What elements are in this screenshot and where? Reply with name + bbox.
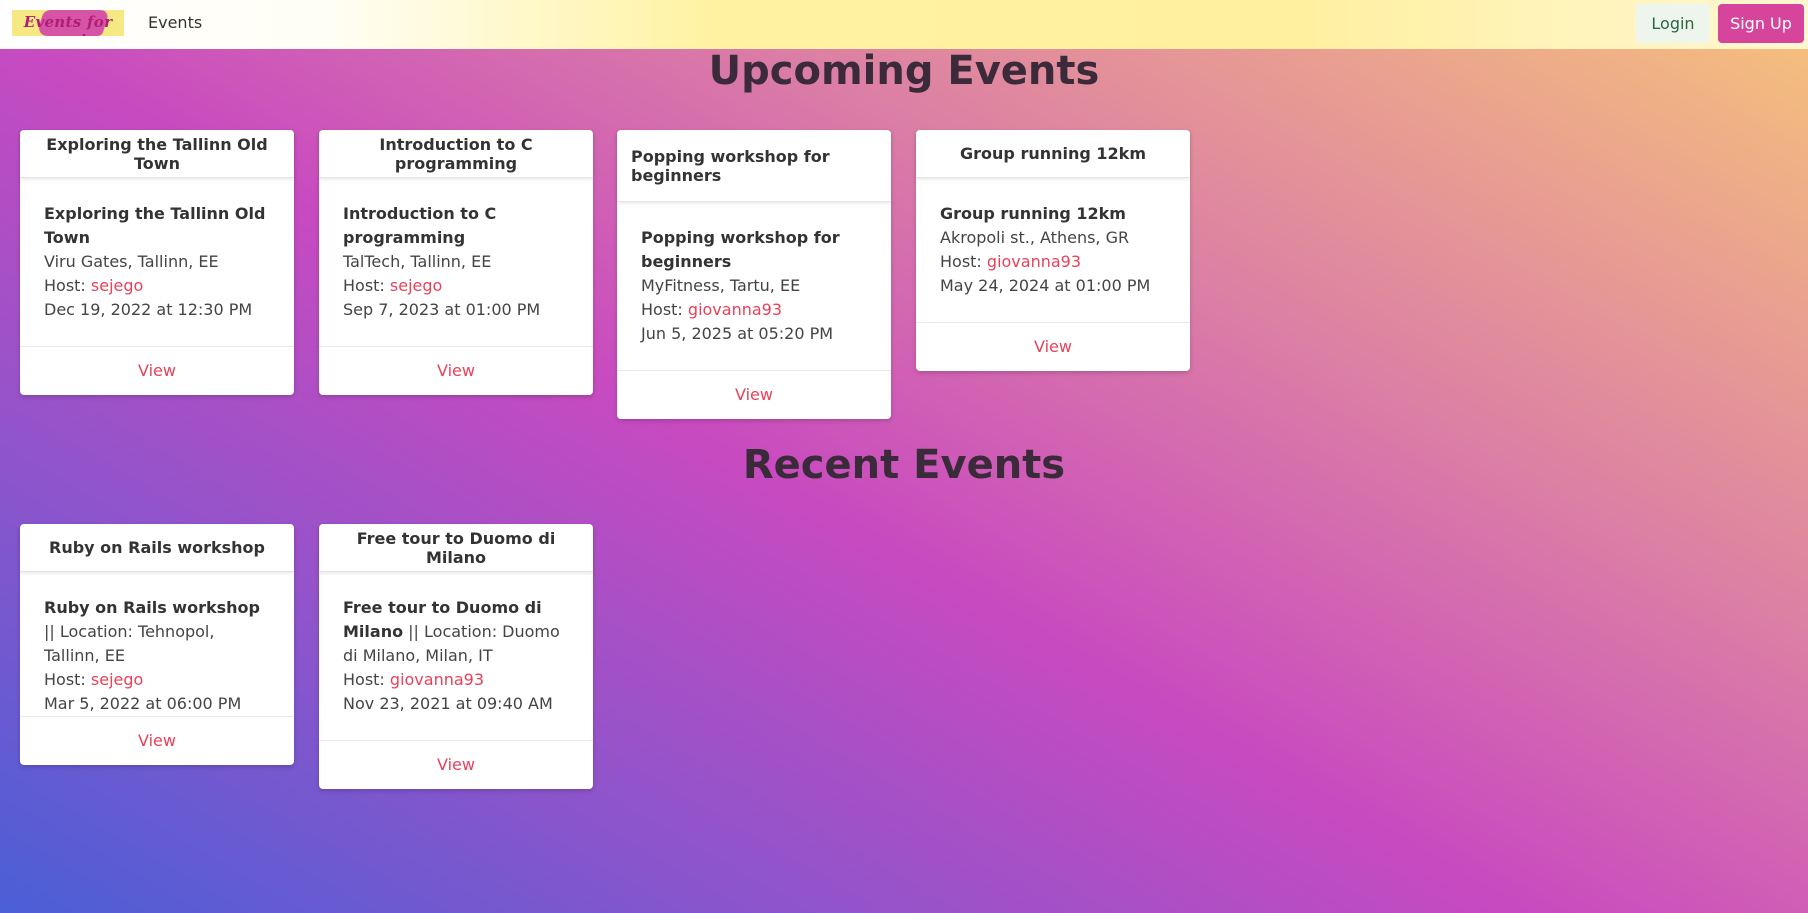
event-card-body: Group running 12km Akropoli st., Athens,…	[916, 178, 1190, 322]
event-card-header: Ruby on Rails workshop	[20, 524, 294, 572]
view-event-button[interactable]: View	[617, 370, 891, 418]
event-location: MyFitness, Tartu, EE	[641, 276, 801, 295]
view-event-button[interactable]: View	[319, 346, 593, 394]
event-title: Popping workshop for beginners	[641, 228, 840, 271]
event-location: Akropoli st., Athens, GR	[940, 228, 1130, 247]
host-link[interactable]: sejego	[91, 670, 143, 689]
event-card: Ruby on Rails workshop Ruby on Rails wor…	[20, 524, 294, 765]
host-link[interactable]: giovanna93	[688, 300, 782, 319]
event-datetime: Dec 19, 2022 at 12:30 PM	[44, 300, 253, 319]
nav-link-events[interactable]: Events	[148, 13, 202, 32]
login-button[interactable]: Login	[1636, 4, 1710, 43]
event-location: Viru Gates, Tallinn, EE	[44, 252, 219, 271]
host-label: Host:	[940, 252, 987, 271]
event-datetime: Mar 5, 2022 at 06:00 PM	[44, 694, 242, 713]
event-card: Free tour to Duomo di Milano Free tour t…	[319, 524, 593, 789]
event-card: Exploring the Tallinn Old Town Exploring…	[20, 130, 294, 395]
host-label: Host:	[44, 276, 91, 295]
host-label: Host:	[343, 670, 390, 689]
event-card-body: Free tour to Duomo di Milano || Location…	[319, 572, 593, 740]
event-host: Host: sejego	[44, 274, 270, 298]
host-link[interactable]: sejego	[91, 276, 143, 295]
event-card-body: Introduction to C programming TalTech, T…	[319, 178, 593, 346]
event-datetime: Jun 5, 2025 at 05:20 PM	[641, 324, 834, 343]
host-link[interactable]: sejego	[390, 276, 442, 295]
event-card-body: Exploring the Tallinn Old Town Viru Gate…	[20, 178, 294, 346]
event-card-body: Popping workshop for beginners MyFitness…	[617, 202, 891, 370]
event-location: || Location: Tehnopol, Tallinn, EE	[44, 622, 215, 665]
event-card-header: Group running 12km	[916, 130, 1190, 178]
event-host: Host: giovanna93	[343, 668, 569, 692]
event-host: Host: sejego	[343, 274, 569, 298]
event-title: Group running 12km	[940, 204, 1126, 223]
event-title-location: Ruby on Rails workshop || Location: Tehn…	[44, 596, 270, 668]
event-card-header: Introduction to C programming	[319, 130, 593, 178]
site-logo[interactable]: Events for you!	[12, 10, 124, 36]
host-label: Host:	[44, 670, 91, 689]
signup-button[interactable]: Sign Up	[1718, 4, 1804, 43]
event-title: Ruby on Rails workshop	[44, 598, 260, 617]
host-link[interactable]: giovanna93	[987, 252, 1081, 271]
view-event-button[interactable]: View	[20, 346, 294, 394]
event-card: Group running 12km Group running 12km Ak…	[916, 130, 1190, 371]
event-datetime: May 24, 2024 at 01:00 PM	[940, 276, 1151, 295]
event-datetime: Nov 23, 2021 at 09:40 AM	[343, 694, 553, 713]
view-event-button[interactable]: View	[916, 322, 1190, 370]
event-host: Host: giovanna93	[940, 250, 1166, 274]
event-host: Host: giovanna93	[641, 298, 867, 322]
event-host: Host: sejego	[44, 668, 270, 692]
event-card-header: Popping workshop for beginners	[617, 130, 891, 202]
view-event-button[interactable]: View	[319, 740, 593, 788]
host-label: Host:	[343, 276, 390, 295]
event-card-header: Exploring the Tallinn Old Town	[20, 130, 294, 178]
event-title: Introduction to C programming	[343, 204, 497, 247]
view-event-button[interactable]: View	[20, 716, 294, 764]
event-card: Popping workshop for beginners Popping w…	[617, 130, 891, 419]
event-title-location: Free tour to Duomo di Milano || Location…	[343, 596, 569, 668]
event-card-header: Free tour to Duomo di Milano	[319, 524, 593, 572]
recent-events-heading: Recent Events	[742, 442, 1066, 488]
event-title: Exploring the Tallinn Old Town	[44, 204, 266, 247]
event-card-body: Ruby on Rails workshop || Location: Tehn…	[20, 572, 294, 716]
host-label: Host:	[641, 300, 688, 319]
event-card: Introduction to C programming Introducti…	[319, 130, 593, 395]
logo-text: Events for you!	[23, 13, 113, 36]
top-navbar: Events for you! Events Login Sign Up	[0, 0, 1808, 49]
upcoming-events-heading: Upcoming Events	[708, 48, 1100, 94]
event-location: TalTech, Tallinn, EE	[343, 252, 492, 271]
event-datetime: Sep 7, 2023 at 01:00 PM	[343, 300, 541, 319]
host-link[interactable]: giovanna93	[390, 670, 484, 689]
